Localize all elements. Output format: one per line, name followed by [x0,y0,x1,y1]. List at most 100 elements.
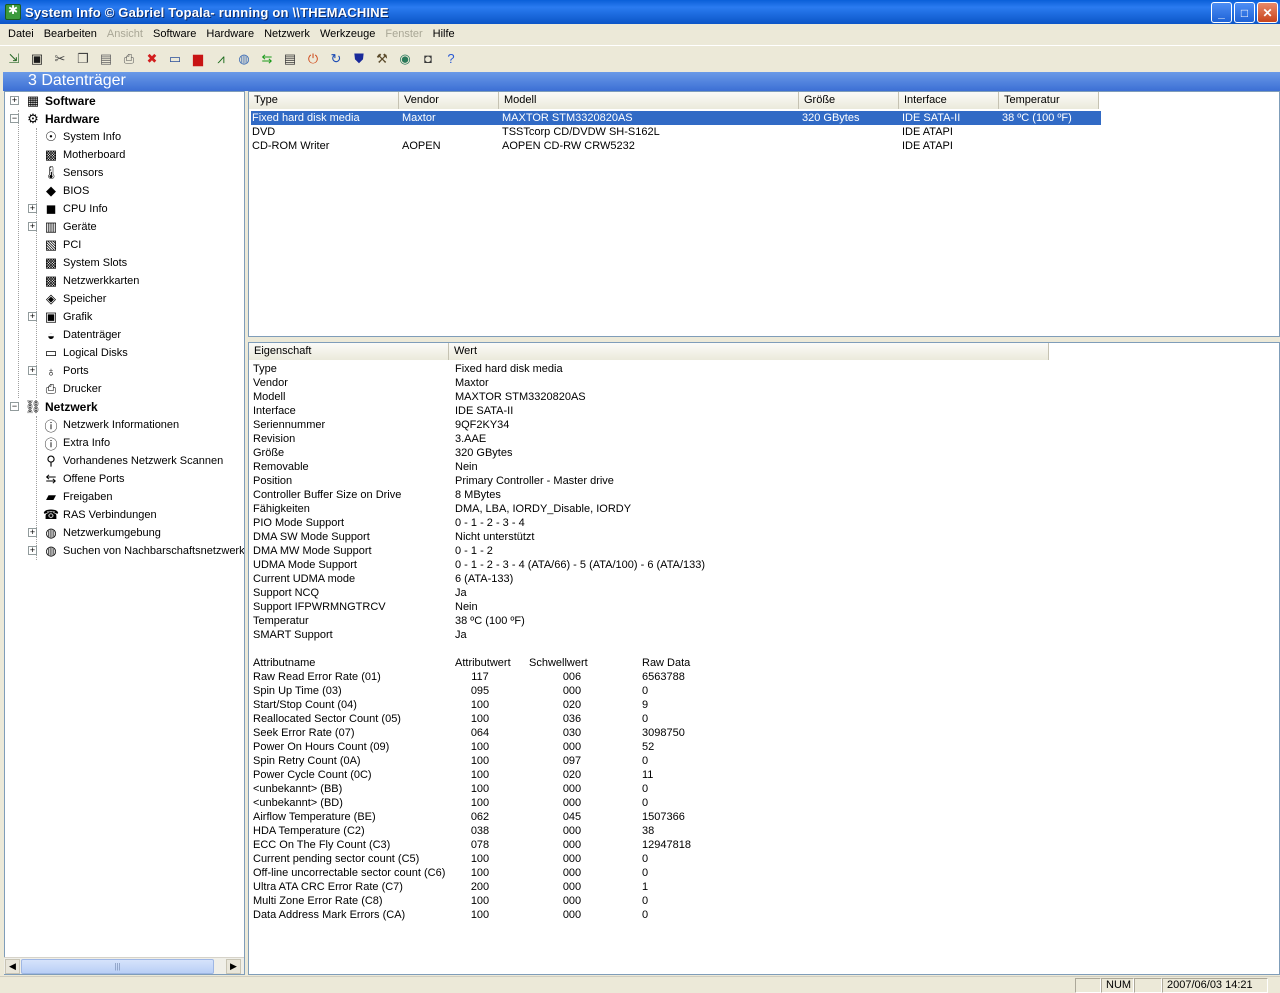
collapse-icon[interactable]: − [10,402,19,411]
expand-icon[interactable]: + [28,312,37,321]
attribute-raw-data: 0 [642,755,649,767]
column-header-wert[interactable]: Wert [449,343,1049,360]
attribute-name: Spin Retry Count (0A) [253,755,361,767]
power-icon[interactable]: ⏻ [304,50,322,68]
tree-item-cpu-info[interactable]: ◼ CPU Info [43,200,108,218]
property-name: DMA SW Mode Support [253,531,370,543]
drive-cell-temperature: 38 ºC (100 ºF) [1002,112,1072,124]
scroll-left-arrow-icon[interactable]: ◀ [5,959,20,974]
column-header-temperatur[interactable]: Temperatur [999,92,1099,109]
document-icon[interactable]: ▤ [281,50,299,68]
tools-icon[interactable]: ⚒ [373,50,391,68]
drive-row[interactable]: DVD TSSTcorp CD/DVDW SH-S162L IDE ATAPI [251,125,1101,139]
column-header-modell[interactable]: Modell [499,92,799,109]
export-icon[interactable]: ⇲ [5,50,23,68]
tree-item-ras-verbindungen[interactable]: ☎ RAS Verbindungen [43,506,157,524]
menu-datei[interactable]: Datei [3,25,39,43]
attribute-name: Reallocated Sector Count (05) [253,713,401,725]
column-header-vendor[interactable]: Vendor [399,92,499,109]
expand-icon[interactable]: + [28,204,37,213]
drive-list[interactable]: Type Vendor Modell Größe Interface Temperatur… [248,91,1280,337]
drive-row[interactable]: Fixed hard disk media Maxtor MAXTOR STM332… [250,110,1102,126]
graph-icon[interactable]: ⩘ [212,50,230,68]
attribute-name: Raw Read Error Rate (01) [253,671,381,683]
tree-item-freigaben[interactable]: ▰ Freigaben [43,488,113,506]
tree-item-netzwerkkarten[interactable]: ▩ Netzwerkkarten [43,272,140,290]
tree-item-motherboard[interactable]: ▩ Motherboard [43,146,126,164]
drive-cell-size [801,125,901,139]
paste-icon[interactable]: ▤ [97,50,115,68]
cut-icon[interactable]: ✂ [51,50,69,68]
display-icon[interactable]: ▭ [166,50,184,68]
column-header-eigenschaft[interactable]: Eigenschaft [249,343,449,360]
tree-item-extra-info[interactable]: ⓘ Extra Info [43,434,110,452]
attribute-value: 078 [470,839,490,851]
tree-item-sensors[interactable]: 🌡 Sensors [43,164,104,182]
drive-cell-vendor [401,125,501,139]
tree-item-geräte[interactable]: ▥ Geräte [43,218,97,236]
tree-item-speicher[interactable]: ◈ Speicher [43,290,106,308]
help-icon[interactable]: ? [442,50,460,68]
property-name: Temperatur [253,615,309,627]
tree-item-hardware[interactable]: ⚙ Hardware [25,110,100,128]
attribute-name: <unbekannt> (BD) [253,797,343,809]
tree-item-drucker[interactable]: ⎙ Drucker [43,380,102,398]
tree-item-system-slots[interactable]: ▩ System Slots [43,254,127,272]
tree-item-netzwerkumgebung[interactable]: ◍ Netzwerkumgebung [43,524,161,542]
app-icon[interactable] [5,3,21,20]
software-icon: ▦ [26,93,40,108]
scan-icon: ⚲ [46,453,56,468]
tree-item-logical-disks[interactable]: ▭ Logical Disks [43,344,128,362]
tree-horizontal-scrollbar[interactable]: ◀ ||| ▶ [4,957,244,974]
scroll-right-arrow-icon[interactable]: ▶ [226,959,241,974]
tree-item-datenträger[interactable]: ◒ Datenträger [43,326,121,344]
expand-icon[interactable]: + [28,528,37,537]
expand-icon[interactable]: + [10,96,19,105]
expand-icon[interactable]: + [28,546,37,555]
property-name: Controller Buffer Size on Drive [253,489,402,501]
menu-netzwerk[interactable]: Netzwerk [259,25,315,43]
close-button[interactable]: ✕ [1257,2,1278,23]
copy-icon[interactable]: ❐ [74,50,92,68]
menu-software[interactable]: Software [148,25,201,43]
scroll-thumb[interactable]: ||| [21,959,214,974]
flag-icon[interactable]: ▆ [189,50,207,68]
tree-item-ports[interactable]: ♁ Ports [43,362,89,380]
column-header-interface[interactable]: Interface [899,92,999,109]
tree-item-offene-ports[interactable]: ⇆ Offene Ports [43,470,125,488]
column-header-type[interactable]: Type [249,92,399,109]
property-value: Nicht unterstützt [455,531,535,543]
tree-item-label: Hardware [45,112,100,126]
globe-icon[interactable]: ◍ [235,50,253,68]
tree-item-vorhandenes-netzwerk-scannen[interactable]: ⚲ Vorhandenes Netzwerk Scannen [43,452,223,470]
tree-item-netzwerk-informationen[interactable]: ⓘ Netzwerk Informationen [43,416,179,434]
tree-item-netzwerk[interactable]: ⛓ Netzwerk [25,398,98,416]
print-icon[interactable]: ⎙ [120,50,138,68]
stop-icon[interactable]: ✖ [143,50,161,68]
tree-item-software[interactable]: ▦ Software [25,92,96,110]
transfer-icon[interactable]: ⇆ [258,50,276,68]
expand-icon[interactable]: + [28,366,37,375]
collapse-icon[interactable]: − [10,114,19,123]
minimize-button[interactable]: _ [1211,2,1232,23]
shield-icon[interactable]: ⛊ [350,50,368,68]
maximize-button[interactable]: □ [1234,2,1255,23]
save-icon[interactable]: ▣ [28,50,46,68]
expand-icon[interactable]: + [28,222,37,231]
tree-item-pci[interactable]: ▧ PCI [43,236,82,254]
refresh-icon[interactable]: ↻ [327,50,345,68]
menu-hardware[interactable]: Hardware [201,25,259,43]
column-header-größe[interactable]: Größe [799,92,899,109]
detail-list[interactable]: Eigenschaft Wert Type Fixed hard disk medi… [248,342,1280,975]
navigation-tree[interactable]: + ▦ Software − ⚙ Hardware ☉ System Info ▩ Motherb… [4,91,245,975]
network-icon[interactable]: ◉ [396,50,414,68]
tree-item-bios[interactable]: ◆ BIOS [43,182,89,200]
menu-hilfe[interactable]: Hilfe [428,25,460,43]
menu-werkzeuge[interactable]: Werkzeuge [315,25,380,43]
tree-item-grafik[interactable]: ▣ Grafik [43,308,93,326]
drive-row[interactable]: CD-ROM Writer AOPEN AOPEN CD-RW CRW5232 IDE… [251,139,1101,153]
camera-icon[interactable]: ◘ [419,50,437,68]
menu-bearbeiten[interactable]: Bearbeiten [39,25,102,43]
tree-item-system-info[interactable]: ☉ System Info [43,128,121,146]
tree-item-suchen-von-nachbarschaftsnetzwerk[interactable]: ◍ Suchen von Nachbarschaftsnetzwerk [43,542,244,560]
